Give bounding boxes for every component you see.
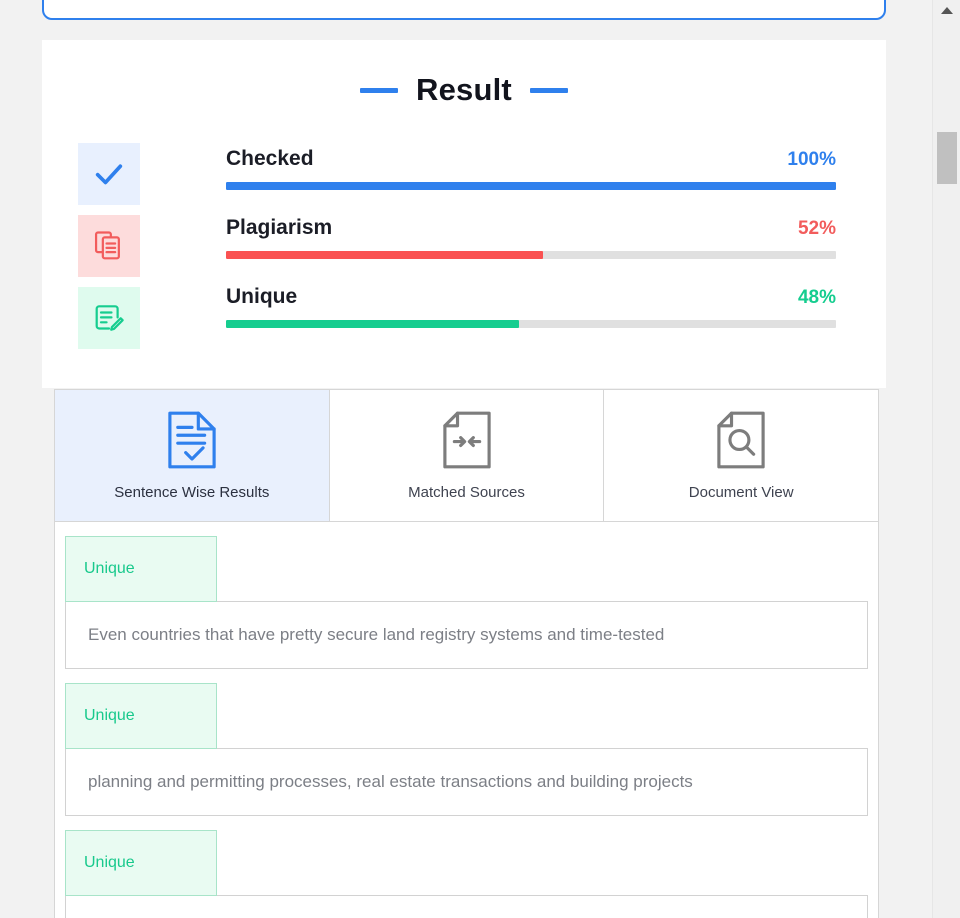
- metric-label-unique: Unique: [226, 285, 298, 308]
- metric-value-plagiarism: 52%: [797, 218, 836, 239]
- tab-bar: Sentence Wise Results Matched Sources Do…: [55, 390, 879, 522]
- scrollbar[interactable]: [932, 0, 960, 918]
- list-item: Unique planning and permitting processes…: [65, 683, 868, 816]
- document-arrows-icon: [442, 411, 491, 469]
- metric-icon-column: [78, 143, 140, 349]
- progress-track-unique: [226, 320, 836, 328]
- page-title: Result: [416, 72, 512, 107]
- sentence-text: Even countries that have pretty secure l…: [65, 601, 868, 669]
- result-card: Result Checked 100% Plagiarism 52% Uniqu…: [42, 40, 886, 388]
- progress-fill-plagiarism: [226, 251, 544, 259]
- tab-label-sentence-wise-results: Sentence Wise Results: [114, 484, 270, 501]
- metric-row-plagiarism: Plagiarism 52%: [226, 216, 836, 259]
- progress-fill-unique: [226, 320, 519, 328]
- status-badge: Unique: [65, 536, 217, 602]
- metrics-section: Checked 100% Plagiarism 52% Unique 48%: [42, 143, 886, 349]
- progress-fill-checked: [226, 182, 836, 190]
- document-edit-icon-tile: [78, 287, 140, 349]
- sentence-text: [65, 895, 868, 918]
- metric-row-unique: Unique 48%: [226, 285, 836, 328]
- sentence-list: Unique Even countries that have pretty s…: [55, 522, 878, 918]
- list-item: Unique Even countries that have pretty s…: [65, 536, 868, 669]
- tab-document-view[interactable]: Document View: [604, 390, 879, 521]
- check-icon: [95, 164, 123, 185]
- sentence-text: planning and permitting processes, real …: [65, 748, 868, 816]
- metric-row-checked: Checked 100%: [226, 147, 836, 190]
- metric-value-checked: 100%: [787, 149, 836, 170]
- tab-label-matched-sources: Matched Sources: [408, 484, 525, 501]
- progress-track-plagiarism: [226, 251, 836, 259]
- copy-documents-icon-tile: [78, 215, 140, 277]
- scroll-up-arrow-icon: [941, 6, 953, 14]
- metric-label-checked: Checked: [226, 147, 314, 170]
- heading-dash-right: [529, 87, 568, 93]
- metric-bars: Checked 100% Plagiarism 52% Unique 48%: [226, 143, 836, 349]
- heading-dash-left: [360, 87, 399, 93]
- metric-value-unique: 48%: [797, 287, 836, 308]
- text-input-box[interactable]: [42, 0, 886, 20]
- results-panel: Sentence Wise Results Matched Sources Do…: [54, 389, 879, 918]
- result-heading: Result: [42, 72, 886, 108]
- metric-label-plagiarism: Plagiarism: [226, 216, 333, 239]
- tab-label-document-view: Document View: [688, 484, 794, 501]
- check-icon-tile: [78, 143, 140, 205]
- document-search-icon: [717, 411, 765, 469]
- status-badge: Unique: [65, 683, 217, 749]
- tab-sentence-wise-results[interactable]: Sentence Wise Results: [55, 390, 330, 521]
- scrollbar-thumb[interactable]: [937, 132, 957, 184]
- scroll-up-arrow[interactable]: [933, 0, 960, 20]
- copy-documents-icon: [94, 231, 120, 260]
- tab-matched-sources[interactable]: Matched Sources: [329, 390, 605, 521]
- document-edit-icon: [95, 305, 124, 331]
- page-scroll-area: Result Checked 100% Plagiarism 52% Uniqu…: [0, 0, 932, 918]
- document-check-icon: [168, 411, 216, 469]
- status-badge: Unique: [65, 830, 217, 896]
- list-item: Unique: [65, 830, 868, 918]
- progress-track-checked: [226, 182, 836, 190]
